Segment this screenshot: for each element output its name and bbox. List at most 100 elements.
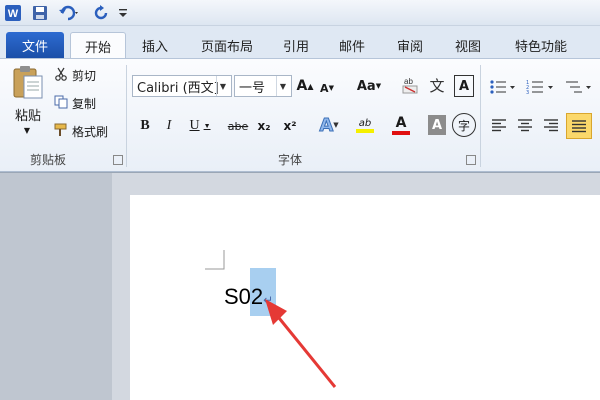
underline-button[interactable]: U ▼ (186, 115, 214, 137)
strikethrough-icon: abe (227, 119, 249, 133)
character-shading-button[interactable]: A (428, 115, 446, 135)
text-effects-button[interactable]: A ▼ (314, 113, 344, 137)
tab-label: 插入 (141, 39, 168, 55)
bold-icon: B (140, 118, 150, 133)
justify-button[interactable] (566, 113, 592, 139)
subscript-icon: x₂ (257, 119, 271, 133)
change-case-button[interactable]: Aa ▼ (354, 75, 384, 97)
italic-icon: I (166, 118, 172, 133)
clipboard-group-label: 剪贴板 (30, 153, 67, 167)
chevron-down-icon[interactable]: ▼ (276, 76, 289, 96)
svg-text:3: 3 (526, 90, 529, 95)
tab-label: 引用 (282, 39, 309, 55)
paste-dropdown-icon[interactable]: ▼ (20, 125, 34, 135)
character-shading-icon: A (431, 117, 443, 133)
grow-font-icon: A (296, 78, 308, 94)
svg-text:ab: ab (404, 77, 413, 86)
superscript-icon: x² (283, 119, 297, 133)
character-border-icon: A (458, 78, 470, 94)
customize-qat-icon[interactable] (116, 4, 130, 22)
font-name-value: Calibri (西文] (137, 80, 219, 96)
undo-button[interactable] (56, 4, 84, 22)
character-border-button[interactable]: A (454, 75, 474, 97)
font-color-swatch (392, 131, 410, 135)
tab-references[interactable]: 引用 (276, 32, 316, 58)
tab-label: 开始 (84, 40, 111, 56)
font-group-label: 字体 (278, 153, 303, 167)
cut-button[interactable]: 剪切 (54, 65, 114, 85)
clipboard-dialog-launcher-icon[interactable] (113, 155, 123, 165)
format-painter-icon (54, 123, 72, 140)
ribbon-home: 粘贴 ▼ 剪切 复制 格式刷 剪贴板 Calibri (西文] ▼ 一号 ▼ A… (0, 58, 600, 172)
tab-page-layout[interactable]: 页面布局 (192, 32, 262, 58)
tab-mailings[interactable]: 邮件 (332, 32, 372, 58)
font-name-combo[interactable]: Calibri (西文] ▼ (132, 75, 232, 97)
bullets-button[interactable] (488, 77, 518, 97)
margin-corner-mark (205, 250, 225, 270)
tab-label: 特色功能 (514, 39, 567, 55)
document-page[interactable] (130, 195, 600, 400)
shrink-font-button[interactable]: A ▼ (318, 77, 336, 99)
tab-special-features[interactable]: 特色功能 (506, 32, 576, 58)
cut-label: 剪切 (72, 68, 97, 83)
scissors-icon (54, 67, 72, 84)
group-divider (480, 65, 481, 167)
tab-label: 邮件 (338, 39, 365, 55)
tab-home[interactable]: 开始 (70, 32, 126, 59)
ribbon-tab-bar: 文件 开始 插入 页面布局 引用 邮件 审阅 视图 特色功能 (0, 26, 600, 59)
format-painter-button[interactable]: 格式刷 (54, 121, 120, 141)
highlight-swatch (356, 128, 374, 133)
format-painter-label: 格式刷 (72, 124, 109, 139)
svg-text:W: W (8, 8, 19, 20)
ribbon-bottom-border (0, 172, 600, 173)
font-dialog-launcher-icon[interactable] (466, 155, 476, 165)
tab-review[interactable]: 审阅 (390, 32, 430, 58)
word-app-icon[interactable]: W (3, 4, 23, 22)
font-color-icon: A (395, 115, 407, 131)
chevron-down-icon[interactable]: ▼ (216, 76, 229, 96)
tab-view[interactable]: 视图 (448, 32, 488, 58)
tab-insert[interactable]: 插入 (134, 32, 176, 58)
align-right-button[interactable] (540, 115, 562, 135)
clear-formatting-button[interactable]: ab (400, 73, 422, 97)
strikethrough-button[interactable]: abe (226, 115, 250, 137)
enclose-characters-button[interactable]: 字 (452, 113, 476, 137)
left-margin-area (0, 173, 112, 400)
highlight-color-button[interactable]: ab (350, 113, 380, 137)
copy-button[interactable]: 复制 (54, 93, 114, 113)
italic-button[interactable]: I (160, 115, 178, 137)
tab-label: 文件 (21, 39, 48, 55)
align-center-button[interactable] (514, 115, 536, 135)
numbering-button[interactable]: 123 (524, 77, 558, 97)
paste-icon[interactable] (8, 63, 48, 101)
underline-icon: U (189, 118, 200, 133)
bold-button[interactable]: B (136, 115, 154, 137)
title-bar: W (0, 0, 600, 26)
font-size-value: 一号 (239, 80, 266, 96)
align-left-button[interactable] (488, 115, 510, 135)
save-icon[interactable] (30, 4, 50, 22)
group-divider (126, 65, 127, 167)
annotation-arrow-icon (265, 299, 337, 388)
superscript-button[interactable]: x² (280, 115, 300, 137)
shrink-font-icon: A (320, 81, 329, 95)
font-color-button[interactable]: A (386, 113, 416, 137)
paste-label: 粘贴 (14, 108, 41, 124)
copy-label: 复制 (72, 96, 97, 111)
tab-label: 视图 (454, 39, 481, 55)
change-case-icon: Aa (356, 78, 376, 94)
highlighter-icon: ab (358, 117, 372, 129)
multilevel-list-button[interactable] (562, 77, 596, 97)
tab-file[interactable]: 文件 (6, 32, 64, 58)
tab-label: 审阅 (396, 39, 423, 55)
copy-icon (54, 95, 72, 112)
font-size-combo[interactable]: 一号 ▼ (234, 75, 292, 97)
paste-button[interactable]: 粘贴 (10, 105, 46, 124)
grow-font-button[interactable]: A ▲ (296, 75, 314, 97)
phonetic-guide-icon: 文 (429, 76, 445, 95)
text-effects-icon: A (319, 114, 334, 136)
redo-icon[interactable] (92, 4, 112, 22)
tab-label: 页面布局 (200, 39, 253, 55)
subscript-button[interactable]: x₂ (254, 115, 274, 137)
phonetic-guide-button[interactable]: 文 (426, 73, 448, 97)
